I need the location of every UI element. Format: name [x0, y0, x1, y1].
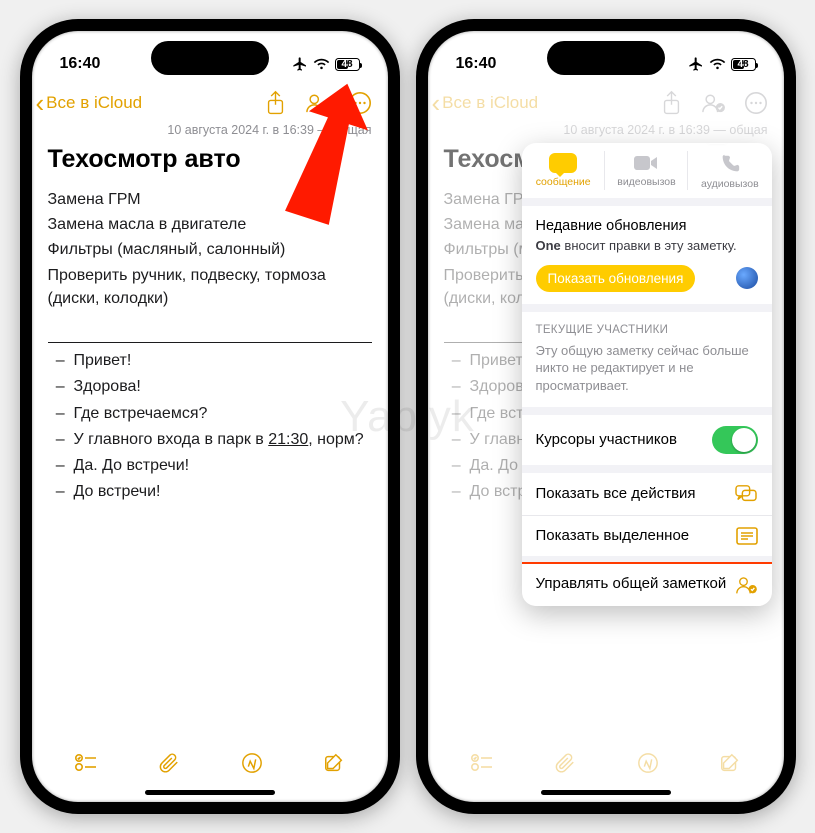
ellipsis-circle-icon: [348, 91, 372, 115]
checklist-button[interactable]: [74, 753, 98, 778]
wifi-icon: [709, 58, 726, 71]
status-time: 16:40: [60, 55, 101, 73]
action-message[interactable]: сообщение: [522, 143, 605, 198]
chat-line[interactable]: Да. До встречи!: [74, 454, 372, 477]
chat-bubbles-icon: [734, 484, 758, 504]
collaborate-button[interactable]: [304, 92, 330, 114]
attach-button[interactable]: [158, 752, 180, 779]
collaboration-popover: сообщение видеовызов аудиовызов Недавние…: [522, 143, 772, 606]
battery-icon: 48: [731, 58, 756, 71]
markup-button[interactable]: [637, 752, 659, 779]
airplane-mode-icon: [292, 56, 308, 72]
row-show-all-actions[interactable]: Показать все действия: [522, 473, 772, 515]
note-meta: 10 августа 2024 г. в 16:39 — общая: [32, 123, 388, 141]
screen: 16:40 48 ‹ Все в iCloud 10 августа 2024 …: [428, 31, 784, 802]
chat-line[interactable]: Привет!: [74, 349, 372, 372]
home-indicator[interactable]: [541, 790, 671, 795]
chat-line[interactable]: До встречи!: [74, 480, 372, 503]
markup-icon: [241, 752, 263, 774]
more-button[interactable]: [744, 91, 768, 115]
wifi-icon: [313, 58, 330, 71]
phone-right: 16:40 48 ‹ Все в iCloud 10 августа 2024 …: [416, 19, 796, 814]
action-audio-call[interactable]: аудиовызов: [688, 143, 771, 198]
recent-updates-section: Недавние обновления One вносит правки в …: [522, 206, 772, 304]
updates-header: Недавние обновления: [536, 218, 758, 234]
collaborate-icon: [734, 575, 758, 595]
row-participant-cursors[interactable]: Курсоры участников: [522, 415, 772, 465]
current-participants-section: ТЕКУЩИЕ УЧАСТНИКИ Эту общую заметку сейч…: [522, 312, 772, 407]
toggle-on[interactable]: [712, 426, 758, 454]
share-button[interactable]: [265, 90, 286, 116]
body-line: Фильтры (масляный, салонный): [48, 238, 372, 261]
battery-icon: 48: [335, 58, 360, 71]
ellipsis-circle-icon: [744, 91, 768, 115]
chat-line[interactable]: У главного входа в парк в 21:30, норм?: [74, 428, 372, 451]
participants-header: ТЕКУЩИЕ УЧАСТНИКИ: [522, 312, 772, 342]
note-body[interactable]: Замена ГРМ Замена масла в двигателе Филь…: [32, 188, 388, 506]
message-icon: [549, 153, 577, 173]
time-link[interactable]: 21:30: [268, 431, 308, 448]
back-label: Все в iCloud: [46, 93, 142, 113]
share-icon: [265, 90, 286, 116]
row-manage-shared-note[interactable]: Управлять общей заметкой: [522, 564, 772, 606]
checklist-icon: [74, 753, 98, 773]
markup-button[interactable]: [241, 752, 263, 779]
back-button[interactable]: ‹ Все в iCloud: [432, 90, 539, 116]
home-indicator[interactable]: [145, 790, 275, 795]
dynamic-island: [151, 41, 269, 75]
participant-avatar[interactable]: [736, 267, 758, 289]
collaborate-icon: [304, 92, 330, 114]
back-label: Все в iCloud: [442, 93, 538, 113]
note-title[interactable]: Техосмотр авто: [32, 141, 388, 188]
show-updates-button[interactable]: Показать обновления: [536, 265, 696, 292]
status-time: 16:40: [456, 55, 497, 73]
video-icon: [633, 153, 659, 173]
bottom-toolbar: [428, 742, 784, 790]
action-video-call[interactable]: видеовызов: [605, 143, 688, 198]
updates-text: One вносит правки в эту заметку.: [536, 238, 758, 255]
note-meta: 10 августа 2024 г. в 16:39 — общая: [428, 123, 784, 141]
collaborate-icon: [700, 92, 726, 114]
more-button[interactable]: [348, 91, 372, 115]
chat-line[interactable]: Где встречаемся?: [74, 402, 372, 425]
phone-icon: [719, 153, 741, 175]
compose-icon: [323, 752, 345, 774]
divider-line: ________________________________________: [48, 324, 372, 347]
bottom-toolbar: [32, 742, 388, 790]
chat-line[interactable]: Здорова!: [74, 375, 372, 398]
chat-list: Привет! Здорова! Где встречаемся? У глав…: [48, 349, 372, 503]
chevron-left-icon: ‹: [432, 90, 441, 116]
nav-bar: ‹ Все в iCloud: [428, 83, 784, 123]
phone-left: 16:40 48 ‹ Все в iCloud: [20, 19, 400, 814]
row-show-highlighted[interactable]: Показать выделенное: [522, 515, 772, 556]
compose-button[interactable]: [719, 752, 741, 779]
compose-button[interactable]: [323, 752, 345, 779]
body-line: Замена масла в двигателе: [48, 213, 372, 236]
share-button[interactable]: [661, 90, 682, 116]
share-icon: [661, 90, 682, 116]
collaborate-button[interactable]: [700, 92, 726, 114]
dynamic-island: [547, 41, 665, 75]
participants-text: Эту общую заметку сейчас больше никто не…: [522, 342, 772, 407]
airplane-mode-icon: [688, 56, 704, 72]
chevron-left-icon: ‹: [36, 90, 45, 116]
back-button[interactable]: ‹ Все в iCloud: [36, 90, 143, 116]
body-line: Проверить ручник, подвеску, тормоза (дис…: [48, 264, 372, 310]
screen: 16:40 48 ‹ Все в iCloud: [32, 31, 388, 802]
attach-button[interactable]: [554, 752, 576, 779]
body-line: Замена ГРМ: [48, 188, 372, 211]
paperclip-icon: [158, 752, 180, 774]
nav-bar: ‹ Все в iCloud: [32, 83, 388, 123]
highlighted-lines-icon: [736, 527, 758, 545]
checklist-button[interactable]: [470, 753, 494, 778]
